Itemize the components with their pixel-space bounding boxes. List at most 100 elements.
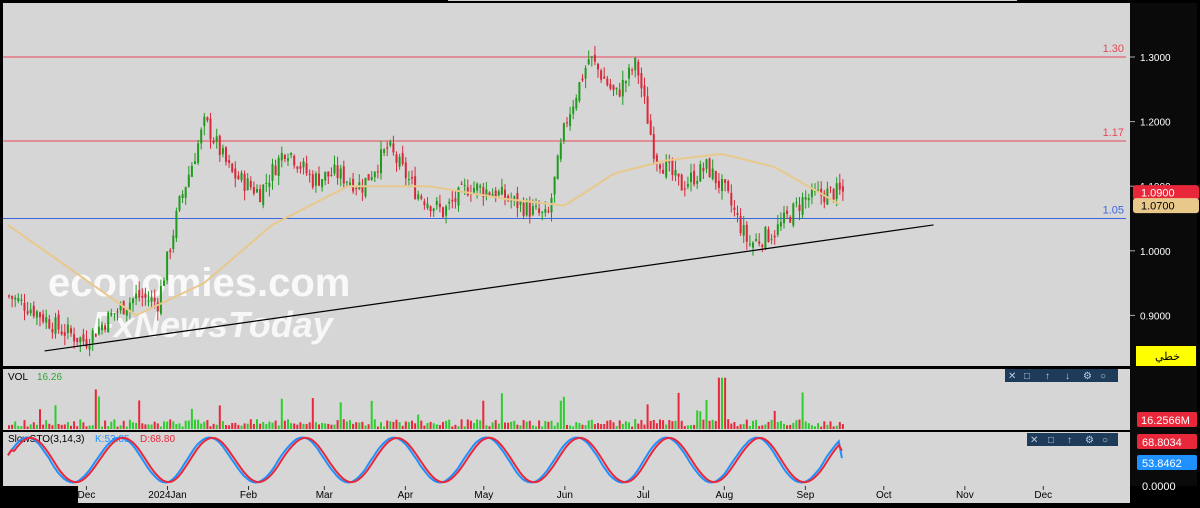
candle-body <box>172 235 175 250</box>
candle-body <box>88 345 91 350</box>
candle-body <box>116 311 119 313</box>
candle-body <box>274 165 277 175</box>
volume-bar <box>779 420 782 429</box>
candle-body <box>541 211 544 213</box>
more-icon[interactable]: ○ <box>1102 435 1108 446</box>
volume-bar <box>603 424 606 429</box>
move-pane-up-icon[interactable]: ↑ <box>1067 435 1072 446</box>
settings-icon[interactable]: ⚙ <box>1085 435 1094 446</box>
resistance-label-1-30: 1.30 <box>1103 43 1124 55</box>
candle-body <box>321 179 324 188</box>
candle-body <box>311 174 314 188</box>
volume-bar <box>212 423 215 429</box>
candle-body <box>271 164 274 181</box>
candle-body <box>17 298 20 301</box>
candle-body <box>113 313 116 315</box>
candle-body <box>677 173 680 177</box>
volume-bar <box>268 421 271 429</box>
volume-bar <box>370 400 373 429</box>
candle-body <box>66 324 69 334</box>
candle-body <box>519 201 522 205</box>
volume-bar <box>677 392 680 429</box>
volume-bar <box>150 424 153 429</box>
stochastic-d-label: D:68.80 <box>140 434 175 445</box>
candle-body <box>110 312 113 316</box>
volume-bar <box>172 421 175 429</box>
volume-bar <box>228 425 231 429</box>
candle-body <box>584 67 587 79</box>
volume-bar <box>39 409 41 429</box>
chart-canvas[interactable]: economies.com FxNewsToday 1.30 1.17 1.05… <box>0 0 1200 503</box>
volume-bar <box>178 423 181 429</box>
candle-body <box>724 179 727 183</box>
volume-bar <box>203 421 206 429</box>
candle-body <box>466 187 469 196</box>
candle-body <box>336 165 339 179</box>
settings-icon[interactable]: ⚙ <box>1083 371 1092 382</box>
volume-bar <box>302 423 305 429</box>
volume-bar <box>159 426 162 429</box>
stochastic-d-value: 68.8034 <box>1142 437 1182 449</box>
move-pane-down-icon[interactable]: ↓ <box>1065 371 1070 382</box>
candle-body <box>683 188 686 190</box>
candle-body <box>370 177 373 180</box>
candle-body <box>283 155 286 159</box>
volume-bar <box>423 425 426 429</box>
volume-pane[interactable] <box>3 369 1130 430</box>
candle-body <box>748 243 751 245</box>
candle-body <box>699 164 702 182</box>
volume-bar <box>107 426 110 429</box>
candle-body <box>497 191 500 196</box>
candle-body <box>252 187 255 194</box>
volume-bar <box>841 424 844 429</box>
volume-bar <box>361 421 364 429</box>
candle-body <box>314 173 317 186</box>
stochastic-pane-toolbar[interactable]: ✕ □ ↑ ⚙ ○ <box>1027 433 1118 446</box>
volume-bar <box>398 422 401 429</box>
candle-body <box>166 251 169 281</box>
candle-body <box>373 171 376 178</box>
maximize-pane-icon[interactable]: □ <box>1024 371 1030 382</box>
volume-title: VOL <box>8 372 28 383</box>
more-icon[interactable]: ○ <box>1100 371 1106 382</box>
volume-bar <box>246 423 249 429</box>
volume-bar <box>624 421 627 429</box>
volume-pane-toolbar[interactable]: ✕ □ ↑ ↓ ⚙ ○ <box>1005 369 1118 382</box>
close-pane-icon[interactable]: ✕ <box>1030 435 1038 446</box>
candle-body <box>8 295 10 297</box>
candle-body <box>717 180 720 188</box>
volume-bar <box>795 420 798 429</box>
volume-bar <box>538 420 541 429</box>
candle-body <box>742 225 745 236</box>
candle-body <box>345 181 348 183</box>
candle-body <box>442 207 444 217</box>
volume-bar <box>330 424 333 429</box>
move-pane-up-icon[interactable]: ↑ <box>1045 371 1050 382</box>
volume-bar <box>237 424 240 429</box>
candle-body <box>125 309 128 316</box>
volume-bar <box>686 425 689 429</box>
candle-body <box>674 170 677 176</box>
volume-bar <box>373 419 376 429</box>
volume-bar <box>696 410 699 429</box>
maximize-pane-icon[interactable]: □ <box>1048 435 1054 446</box>
candle-body <box>649 120 652 135</box>
close-pane-icon[interactable]: ✕ <box>1008 371 1016 382</box>
candle-body <box>779 221 782 227</box>
candle-body <box>228 159 231 163</box>
candle-body <box>277 157 280 176</box>
candle-body <box>194 161 196 165</box>
candle-body <box>14 297 17 300</box>
volume-bar <box>835 425 838 429</box>
candle-body <box>832 189 835 201</box>
candle-body <box>395 154 398 163</box>
volume-bar <box>141 423 144 429</box>
volume-bar <box>556 422 559 429</box>
candle-body <box>349 182 351 185</box>
volume-bar <box>476 419 479 429</box>
candle-body <box>144 293 147 298</box>
volume-bar <box>612 422 615 429</box>
volume-bar <box>32 422 35 429</box>
candle-body <box>609 83 612 89</box>
volume-bar <box>473 422 475 429</box>
